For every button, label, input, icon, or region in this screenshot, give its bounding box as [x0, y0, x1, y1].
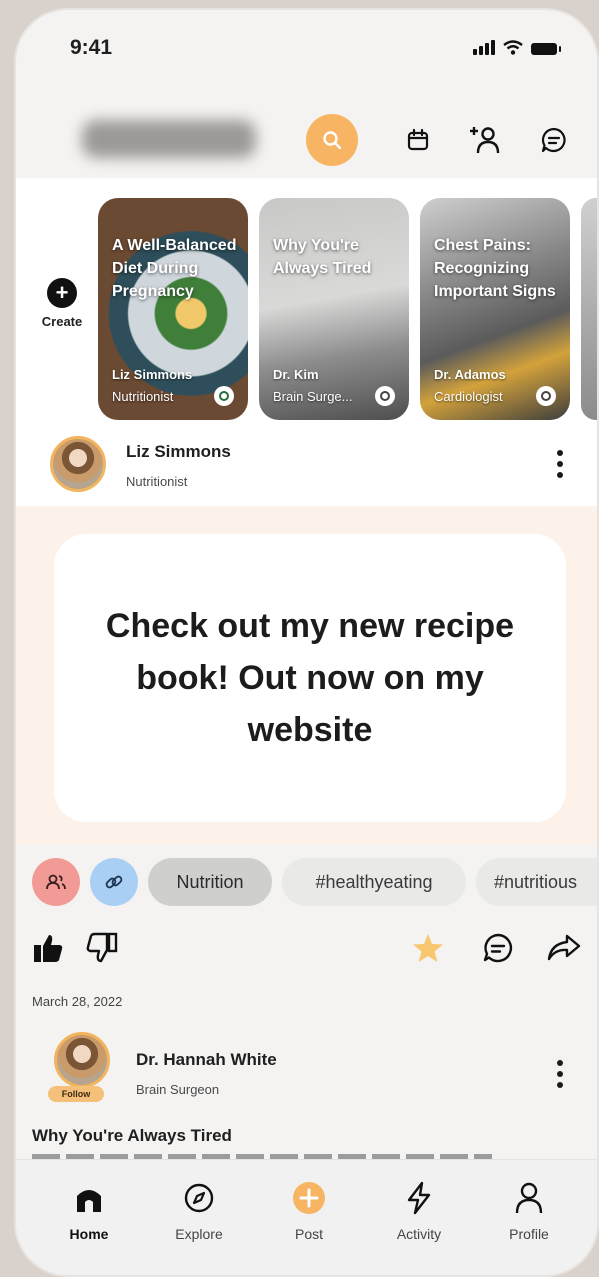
story-card[interactable]: A Well-Balanced Diet During Pregnancy Li…	[98, 198, 248, 420]
search-icon	[323, 131, 342, 150]
post-actions	[16, 928, 597, 972]
story-author: Dr. Adamos	[434, 367, 506, 382]
comment-button[interactable]	[478, 928, 518, 968]
messages-button[interactable]	[528, 114, 580, 166]
calendar-button[interactable]	[392, 114, 444, 166]
share-icon	[547, 934, 581, 961]
avatar[interactable]	[50, 436, 106, 492]
link-button[interactable]	[90, 858, 138, 906]
tab-explore[interactable]: Explore	[154, 1180, 244, 1242]
people-tag-button[interactable]	[32, 858, 80, 906]
caduceus-icon	[536, 386, 556, 406]
app-logo	[82, 120, 256, 158]
chat-icon	[541, 127, 566, 153]
story-card-partial[interactable]	[581, 198, 597, 420]
top-bar	[16, 104, 597, 178]
link-icon	[105, 875, 123, 889]
post-text: Check out my new recipe book! Out now on…	[105, 607, 515, 749]
battery-icon	[531, 43, 561, 55]
thumbs-down-icon	[86, 932, 118, 963]
share-button[interactable]	[544, 928, 584, 968]
lightning-icon	[407, 1181, 431, 1215]
status-bar: 9:41	[16, 10, 597, 90]
thumbs-up-icon	[34, 935, 63, 962]
star-icon	[413, 934, 443, 962]
wifi-icon	[503, 40, 523, 55]
tab-label: Explore	[175, 1226, 223, 1242]
story-author: Liz Simmons	[112, 367, 193, 382]
add-person-icon	[470, 127, 500, 154]
author-role: Nutritionist	[126, 474, 188, 489]
status-time: 9:41	[70, 36, 113, 59]
signal-icon	[473, 40, 495, 55]
post-date: March 28, 2022	[32, 994, 123, 1009]
tag-chip[interactable]: #healthyeating	[282, 858, 466, 906]
next-post-title[interactable]: Why You're Always Tired	[32, 1126, 232, 1146]
caduceus-icon	[214, 386, 234, 406]
story-title: A Well-Balanced Diet During Pregnancy	[112, 237, 237, 300]
author-name[interactable]: Dr. Hannah White	[136, 1050, 277, 1070]
favorite-button[interactable]	[408, 928, 448, 968]
next-post-author-row: Follow Dr. Hannah White Brain Surgeon	[16, 1020, 597, 1110]
avatar[interactable]	[54, 1032, 110, 1088]
tag-chip[interactable]: Nutrition	[148, 858, 272, 906]
author-role: Brain Surgeon	[136, 1082, 220, 1097]
home-icon	[77, 1190, 101, 1212]
tab-label: Post	[294, 1226, 323, 1242]
story-title: Chest Pains: Recognizing Important Signs	[434, 237, 556, 300]
add-person-button[interactable]	[458, 114, 510, 166]
tab-label: Activity	[396, 1226, 442, 1242]
story-role: Nutritionist	[112, 389, 174, 404]
post-tags-row: Nutrition #healthyeating #nutritious	[16, 856, 597, 910]
tab-label: Profile	[509, 1226, 549, 1242]
profile-icon	[515, 1182, 543, 1214]
post-author-row: Liz Simmons Nutritionist	[16, 422, 597, 508]
phone-screen: 9:41 + Create A Well-Balanced Diet Durin…	[14, 8, 599, 1277]
plus-circle-icon	[293, 1182, 325, 1214]
post-content-area: Check out my new recipe book! Out now on…	[16, 506, 597, 844]
tab-profile[interactable]: Profile	[484, 1180, 574, 1242]
compass-icon	[184, 1183, 214, 1213]
story-role: Brain Surge...	[273, 389, 353, 404]
search-button[interactable]	[306, 114, 358, 166]
post-card[interactable]: Check out my new recipe book! Out now on…	[54, 534, 566, 822]
system-indicators	[473, 40, 561, 55]
tab-home[interactable]: Home	[44, 1180, 134, 1242]
create-label: Create	[41, 314, 83, 329]
bottom-tab-bar: Home Explore Post Activity Profile	[16, 1159, 597, 1275]
calendar-icon	[407, 128, 429, 151]
plus-icon: +	[47, 278, 77, 308]
tab-post[interactable]: Post	[264, 1180, 354, 1242]
tag-chip[interactable]: #nutritious	[476, 858, 597, 906]
create-story-button[interactable]: + Create	[32, 278, 92, 329]
tab-label: Home	[69, 1226, 109, 1242]
author-name[interactable]: Liz Simmons	[126, 442, 231, 462]
caduceus-icon	[375, 386, 395, 406]
tab-activity[interactable]: Activity	[374, 1180, 464, 1242]
more-options-icon[interactable]	[550, 446, 570, 482]
comment-icon	[483, 933, 513, 963]
story-card[interactable]: Chest Pains: Recognizing Important Signs…	[420, 198, 570, 420]
story-role: Cardiologist	[434, 389, 503, 404]
story-card[interactable]: Why You're Always Tired Dr. Kim Brain Su…	[259, 198, 409, 420]
story-author: Dr. Kim	[273, 367, 319, 382]
story-title: Why You're Always Tired	[273, 237, 372, 277]
more-options-icon[interactable]	[550, 1056, 570, 1092]
people-icon	[46, 874, 66, 890]
dislike-button[interactable]	[82, 928, 122, 968]
follow-badge[interactable]: Follow	[48, 1086, 104, 1102]
like-button[interactable]	[28, 928, 68, 968]
